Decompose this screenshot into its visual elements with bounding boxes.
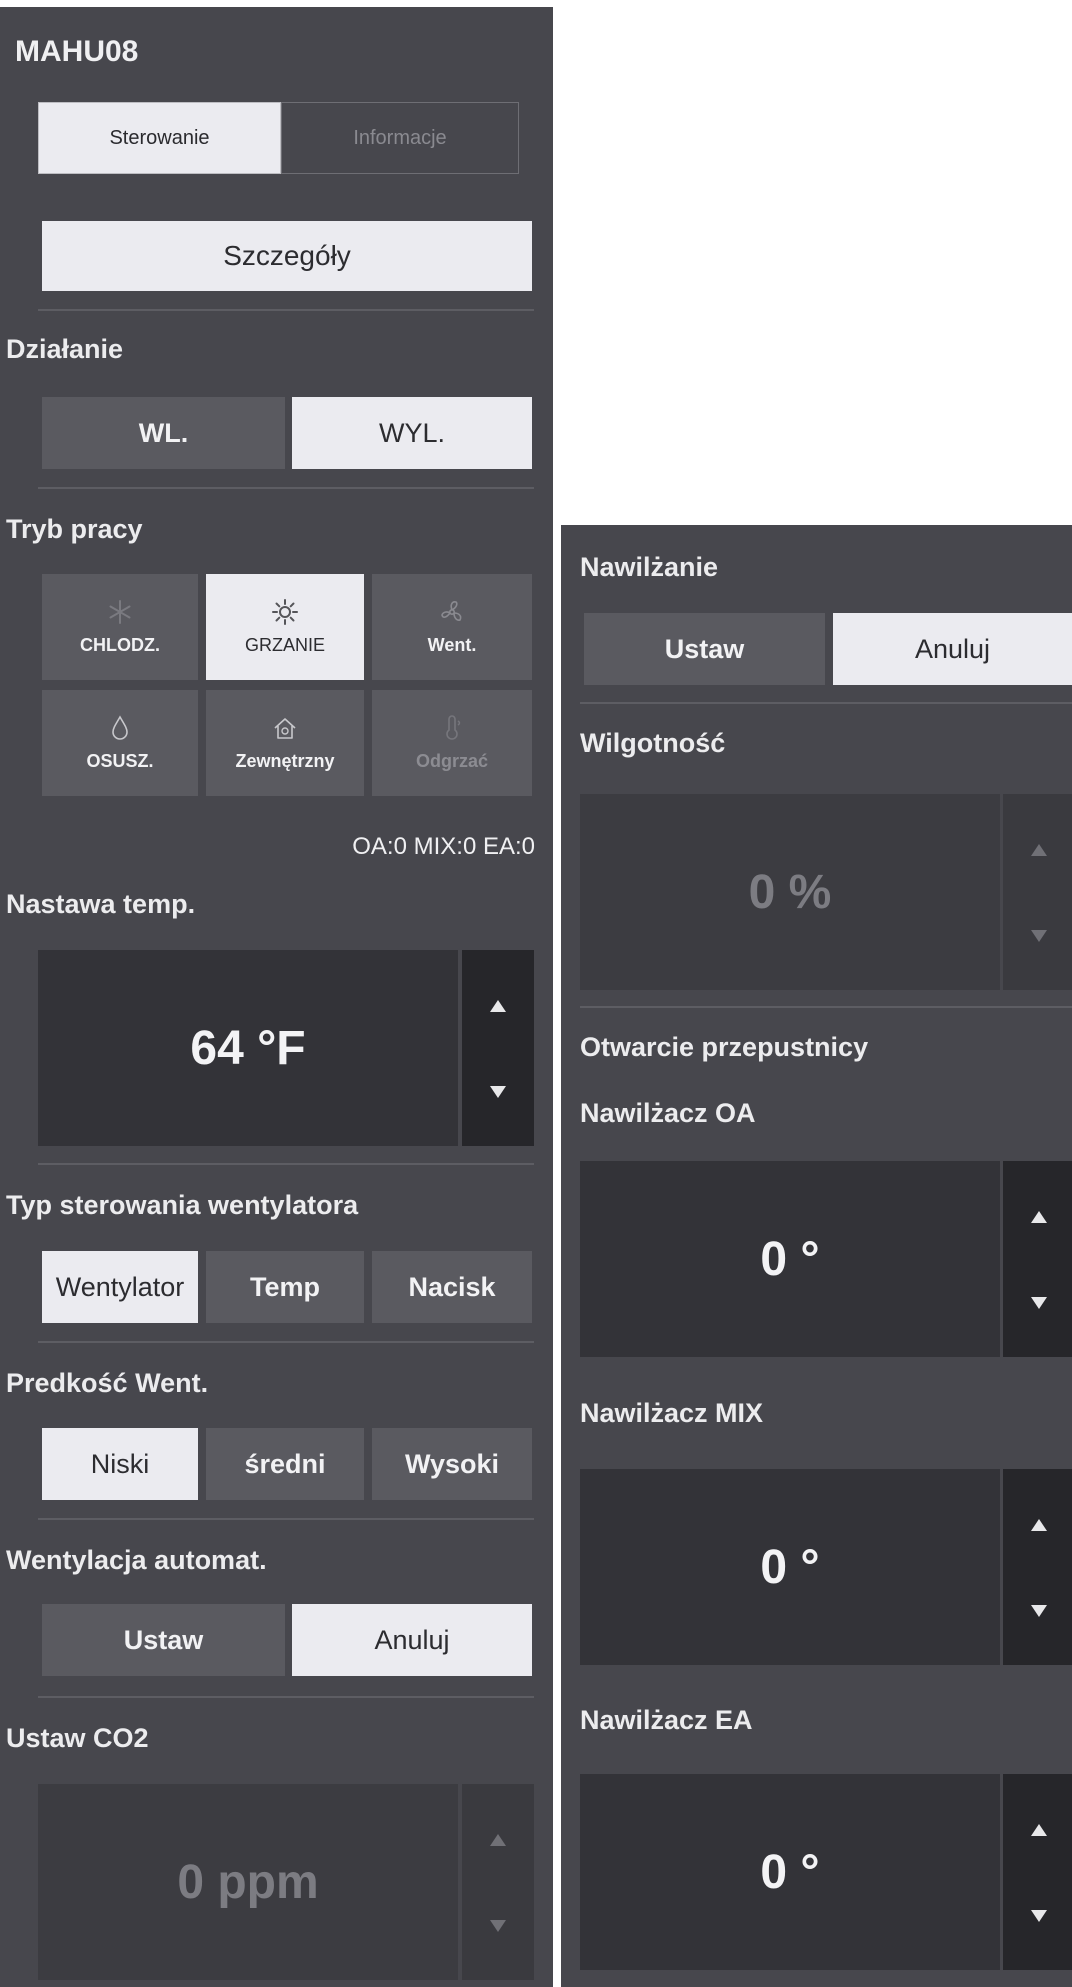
divider: [38, 1696, 534, 1698]
humidification-set-button[interactable]: Ustaw: [584, 613, 825, 685]
damper-mix-up-arrow-icon[interactable]: [1031, 1519, 1047, 1531]
thermometer-icon: [446, 714, 461, 740]
co2-setpoint-label: Ustaw CO2: [6, 1723, 149, 1753]
mode-outdoor-label: Zewnętrzny: [235, 750, 335, 771]
co2-down-arrow-icon[interactable]: [490, 1920, 506, 1932]
divider: [38, 1518, 534, 1520]
divider: [38, 1341, 534, 1343]
damper-oa-up-arrow-icon[interactable]: [1031, 1211, 1047, 1223]
fan-control-temp-button[interactable]: Temp: [206, 1251, 364, 1323]
fan-control-nacisk-button[interactable]: Nacisk: [372, 1251, 532, 1323]
damper-ea-stepper: [1003, 1774, 1072, 1970]
damper-ea-value: 0 °: [580, 1774, 1000, 1970]
fan-speed-medium-button[interactable]: średni: [206, 1428, 364, 1500]
damper-status-text: OA:0 MIX:0 EA:0: [352, 833, 535, 860]
co2-setpoint-value: 0 ppm: [38, 1784, 458, 1980]
damper-mix-stepper: [1003, 1469, 1072, 1665]
mode-heat-button[interactable]: GRZANIE: [206, 574, 364, 680]
details-button[interactable]: Szczegóły: [42, 221, 532, 291]
damper-mix-label: Nawilżacz MIX: [580, 1398, 764, 1428]
snowflake-icon: [109, 599, 131, 624]
tab-informacje[interactable]: Informacje: [281, 102, 519, 174]
divider: [38, 309, 534, 311]
damper-mix-down-arrow-icon[interactable]: [1031, 1605, 1047, 1617]
damper-ea-up-arrow-icon[interactable]: [1031, 1824, 1047, 1836]
auto-ventilation-label: Wentylacja automat.: [6, 1545, 267, 1575]
device-title: MAHU08: [15, 35, 139, 68]
mode-fan-button[interactable]: Went.: [372, 574, 532, 680]
temp-stepper: [462, 950, 534, 1146]
damper-oa-label: Nawilżacz OA: [580, 1098, 756, 1128]
fan-icon: [441, 600, 462, 621]
divider: [38, 487, 534, 489]
fan-speed-label: Predkość Went.: [6, 1368, 209, 1398]
humidity-down-arrow-icon[interactable]: [1031, 930, 1047, 942]
mode-outdoor-button[interactable]: Zewnętrzny: [206, 690, 364, 796]
damper-ea-down-arrow-icon[interactable]: [1031, 1910, 1047, 1922]
divider: [38, 1163, 534, 1165]
power-on-button[interactable]: WL.: [42, 397, 285, 469]
humidity-damper-panel: Nawilżanie Ustaw Anuluj Wilgotność 0 % O…: [561, 525, 1072, 1987]
temp-up-arrow-icon[interactable]: [490, 1000, 506, 1012]
divider: [580, 1006, 1072, 1008]
damper-ea-label: Nawilżacz EA: [580, 1705, 753, 1735]
humidity-stepper: [1003, 794, 1072, 990]
mode-label: Tryb pracy: [6, 514, 143, 544]
mode-cool-label: CHLODZ.: [80, 634, 160, 655]
sun-icon: [272, 598, 298, 625]
mode-cool-button[interactable]: CHLODZ.: [42, 574, 198, 680]
damper-oa-stepper: [1003, 1161, 1072, 1357]
temp-setpoint-value: 64 °F: [38, 950, 458, 1146]
fan-speed-high-button[interactable]: Wysoki: [372, 1428, 532, 1500]
humidification-label: Nawilżanie: [580, 552, 719, 582]
operation-label: Działanie: [6, 334, 124, 364]
mode-fan-label: Went.: [427, 634, 477, 655]
damper-mix-value: 0 °: [580, 1469, 1000, 1665]
humidity-value: 0 %: [580, 794, 1000, 990]
mode-heat-label: GRZANIE: [244, 634, 325, 655]
mode-dry-button[interactable]: OSUSZ.: [42, 690, 198, 796]
humidification-cancel-button[interactable]: Anuluj: [833, 613, 1072, 685]
tab-sterowanie[interactable]: Sterowanie: [38, 102, 281, 174]
power-off-button[interactable]: WYL.: [292, 397, 532, 469]
damper-oa-value: 0 °: [580, 1161, 1000, 1357]
temp-down-arrow-icon[interactable]: [490, 1086, 506, 1098]
control-panel: MAHU08 Sterowanie Informacje Szczegóły D…: [0, 7, 553, 1987]
humidity-label: Wilgotność: [580, 728, 726, 758]
auto-ventilation-cancel-button[interactable]: Anuluj: [292, 1604, 532, 1676]
house-icon: [274, 717, 296, 739]
damper-opening-label: Otwarcie przepustnicy: [580, 1032, 869, 1062]
fan-speed-low-button[interactable]: Niski: [42, 1428, 198, 1500]
temp-setpoint-label: Nastawa temp.: [6, 889, 196, 919]
droplet-icon: [112, 714, 128, 740]
mode-reheat-label: Odgrzać: [415, 750, 489, 771]
fan-control-wentylator-button[interactable]: Wentylator: [42, 1251, 198, 1323]
damper-oa-down-arrow-icon[interactable]: [1031, 1297, 1047, 1309]
mode-reheat-button[interactable]: Odgrzać: [372, 690, 532, 796]
humidity-up-arrow-icon[interactable]: [1031, 844, 1047, 856]
co2-up-arrow-icon[interactable]: [490, 1834, 506, 1846]
auto-ventilation-set-button[interactable]: Ustaw: [42, 1604, 285, 1676]
mode-dry-label: OSUSZ.: [86, 750, 154, 771]
co2-stepper: [462, 1784, 534, 1980]
fan-control-type-label: Typ sterowania wentylatora: [6, 1190, 359, 1220]
divider: [580, 702, 1072, 704]
